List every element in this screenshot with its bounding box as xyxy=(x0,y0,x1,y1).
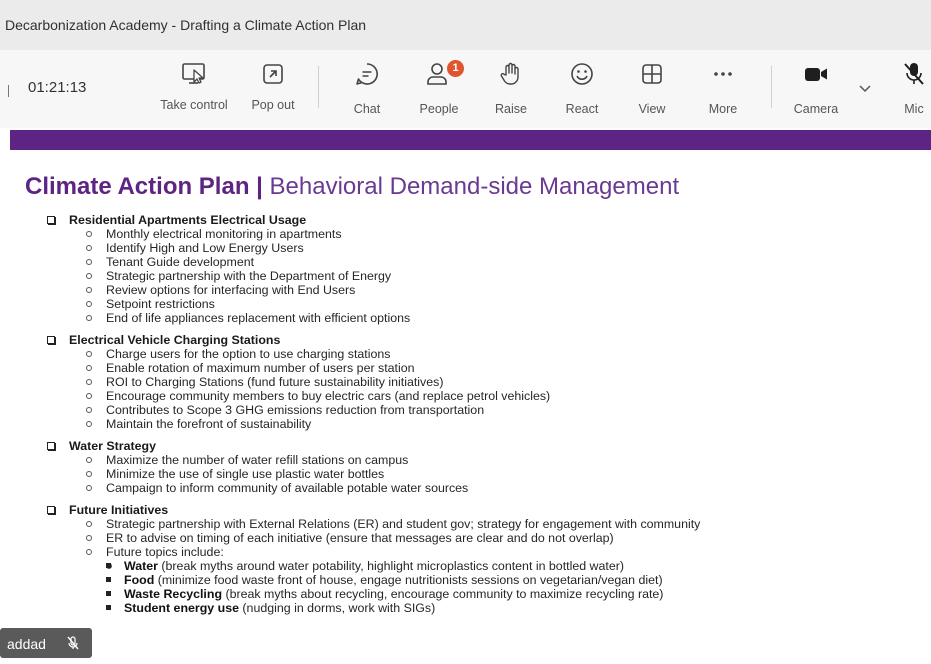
react-label: React xyxy=(565,102,599,116)
participant-name: addad xyxy=(7,636,46,652)
meeting-timer: 01:21:13 xyxy=(28,79,87,96)
mic-button[interactable]: Mic xyxy=(897,60,931,120)
section-heading: Electrical Vehicle Charging Stations xyxy=(44,333,924,347)
toolbar-edge-mark xyxy=(8,85,9,97)
chat-icon xyxy=(356,63,378,85)
topic-keyword: Food xyxy=(124,573,155,587)
take-control-label: Take control xyxy=(160,98,228,112)
people-label: People xyxy=(419,102,459,116)
list-item: Tenant Guide development xyxy=(86,255,924,269)
slide-title-bold: Climate Action Plan | xyxy=(25,173,263,200)
raise-label: Raise xyxy=(495,102,527,116)
react-smiley-icon xyxy=(571,63,593,85)
chevron-down-icon[interactable] xyxy=(857,80,873,96)
list-item: Setpoint restrictions xyxy=(86,297,924,311)
view-grid-icon xyxy=(642,64,662,84)
list-item: Maximize the number of water refill stat… xyxy=(86,453,924,467)
slide-header-bar xyxy=(10,130,931,150)
section-ev-charging: Electrical Vehicle Charging Stations Cha… xyxy=(44,333,924,431)
topic-text: (nudging in dorms, work with SIGs) xyxy=(238,601,436,615)
section-water-strategy: Water Strategy Maximize the number of wa… xyxy=(44,439,924,495)
list-item: Review options for interfacing with End … xyxy=(86,283,924,297)
camera-button[interactable]: Camera xyxy=(788,60,844,120)
list-item: Contributes to Scope 3 GHG emissions red… xyxy=(86,403,924,417)
section-residential: Residential Apartments Electrical Usage … xyxy=(44,213,924,325)
sub-list-item: Student energy use (nudging in dorms, wo… xyxy=(106,601,924,615)
pop-out-label: Pop out xyxy=(251,98,295,112)
slide-title: Climate Action Plan | Behavioral Demand-… xyxy=(25,173,679,201)
mic-label: Mic xyxy=(904,102,924,116)
bullet-list: Charge users for the option to use charg… xyxy=(44,347,924,431)
sub-list-item: Water (break myths around water potabili… xyxy=(106,559,924,573)
topic-text: (break myths about recycling, encourage … xyxy=(222,587,664,601)
bullet-list: Maximize the number of water refill stat… xyxy=(44,453,924,495)
sub-bullet-wrapper: Water (break myths around water potabili… xyxy=(44,559,924,615)
participant-name-tag: addad xyxy=(0,628,92,658)
list-item: ER to advise on timing of each initiativ… xyxy=(86,531,924,545)
take-control-button[interactable]: Take control xyxy=(155,60,233,120)
list-item: Enable rotation of maximum number of use… xyxy=(86,361,924,375)
more-button[interactable]: More xyxy=(700,60,746,120)
chat-label: Chat xyxy=(353,102,381,116)
topic-keyword: Student energy use xyxy=(124,601,239,615)
section-heading: Residential Apartments Electrical Usage xyxy=(44,213,924,227)
people-count-badge: 1 xyxy=(447,60,464,77)
topic-text: (break myths around water potability, hi… xyxy=(157,559,624,573)
camera-icon xyxy=(805,68,827,81)
toolbar-separator xyxy=(771,66,772,108)
list-item: Maintain the forefront of sustainability xyxy=(86,417,924,431)
window-title: Decarbonization Academy - Drafting a Cli… xyxy=(5,17,367,33)
list-item: Strategic partnership with the Departmen… xyxy=(86,269,924,283)
list-item: Minimize the use of single use plastic w… xyxy=(86,467,924,481)
list-item: Identify High and Low Energy Users xyxy=(86,241,924,255)
list-item: Campaign to inform community of availabl… xyxy=(86,481,924,495)
list-item: End of life appliances replacement with … xyxy=(86,311,924,325)
sub-list-item: Waste Recycling (break myths about recyc… xyxy=(106,587,924,601)
sub-list-item: Food (minimize food waste front of house… xyxy=(106,573,924,587)
mic-muted-icon xyxy=(904,63,924,85)
toolbar-separator xyxy=(318,66,319,108)
more-label: More xyxy=(708,102,738,116)
list-item: Charge users for the option to use charg… xyxy=(86,347,924,361)
list-item: ROI to Charging Stations (fund future su… xyxy=(86,375,924,389)
pop-out-icon xyxy=(263,64,283,84)
chat-button[interactable]: Chat xyxy=(345,60,389,120)
slide-content: Residential Apartments Electrical Usage … xyxy=(44,213,924,623)
list-item: Strategic partnership with External Rela… xyxy=(86,517,924,531)
topic-text: (minimize food waste front of house, eng… xyxy=(154,573,663,587)
window-titlebar: Decarbonization Academy - Drafting a Cli… xyxy=(0,0,931,50)
bullet-list: Strategic partnership with External Rela… xyxy=(44,517,924,559)
camera-label: Camera xyxy=(793,102,839,116)
mic-muted-icon xyxy=(67,636,79,650)
raise-hand-button[interactable]: Raise xyxy=(489,60,533,120)
raise-hand-icon xyxy=(500,62,519,85)
more-dots-icon xyxy=(714,72,732,76)
section-heading: Water Strategy xyxy=(44,439,924,453)
list-item: Monthly electrical monitoring in apartme… xyxy=(86,227,924,241)
view-label: View xyxy=(638,102,666,116)
slide-title-light: Behavioral Demand-side Management xyxy=(269,173,680,200)
sub-list-container: Water (break myths around water potabili… xyxy=(106,559,924,615)
topic-keyword: Waste Recycling xyxy=(124,587,223,601)
pop-out-button[interactable]: Pop out xyxy=(245,60,301,120)
list-item: Future topics include: xyxy=(86,545,924,559)
react-button[interactable]: React xyxy=(560,60,604,120)
view-button[interactable]: View xyxy=(630,60,674,120)
list-item: Encourage community members to buy elect… xyxy=(86,389,924,403)
section-future-initiatives: Future Initiatives Strategic partnership… xyxy=(44,503,924,615)
bullet-list: Monthly electrical monitoring in apartme… xyxy=(44,227,924,325)
topic-keyword: Water xyxy=(124,559,158,573)
sub-bullet-list: Water (break myths around water potabili… xyxy=(106,559,924,615)
section-heading: Future Initiatives xyxy=(44,503,924,517)
take-control-icon xyxy=(182,63,205,84)
